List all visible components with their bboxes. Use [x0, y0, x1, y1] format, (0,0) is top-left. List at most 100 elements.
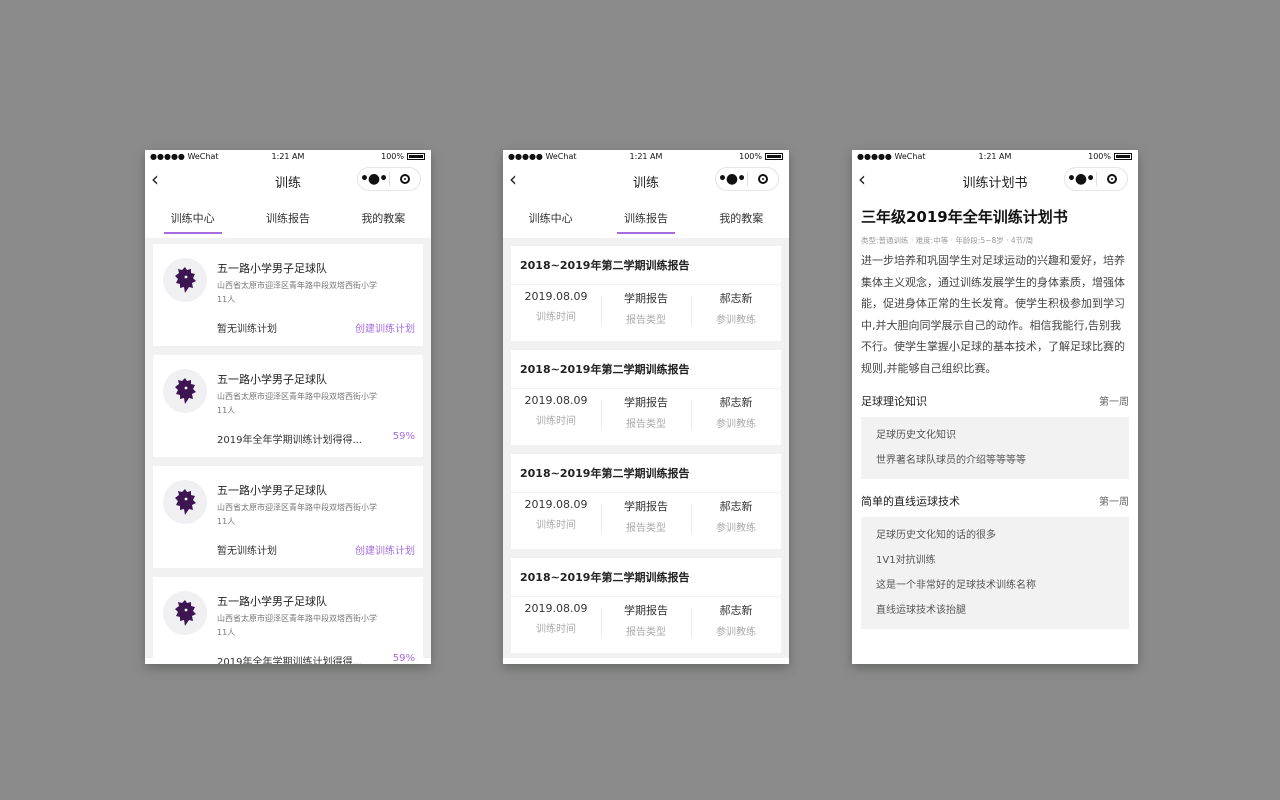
list-item[interactable]: 这是一个非常好的足球技术训练名称 — [876, 573, 1114, 598]
report-coach-label: 参训教练 — [716, 523, 756, 534]
capsule-close-button[interactable] — [1097, 174, 1127, 184]
capsule-close-button[interactable] — [390, 174, 420, 184]
team-address: 山西省太原市迎泽区青年路中段双塔西街小学 — [217, 281, 377, 290]
team-card[interactable]: 五一路小学男子足球队 山西省太原市迎泽区青年路中段双塔西街小学 11人 暂无训练… — [153, 244, 423, 346]
phone-training-center: ●●●●● WeChat 1:21 AM 100% ‹ 训练 •●• 训练中心 … — [145, 150, 431, 664]
team-list: 五一路小学男子足球队 山西省太原市迎泽区青年路中段双塔西街小学 11人 暂无训练… — [145, 238, 431, 664]
battery-icon — [765, 153, 783, 160]
list-item[interactable]: 足球历史文化知识 — [876, 423, 1114, 448]
mini-program-capsule: •●• — [357, 167, 421, 191]
team-size: 11人 — [217, 517, 236, 526]
report-coach-value: 郝志新 — [719, 396, 753, 409]
list-item[interactable]: 直线运球技术该抬腿 — [876, 598, 1114, 623]
list-item[interactable]: 足球历史文化知的话的很多 — [876, 523, 1114, 548]
report-coach-value: 郝志新 — [719, 500, 753, 513]
team-card[interactable]: 五一路小学男子足球队 山西省太原市迎泽区青年路中段双塔西街小学 11人 2019… — [153, 577, 423, 664]
report-coach-label: 参训教练 — [716, 419, 756, 430]
team-size: 11人 — [217, 295, 236, 304]
more-dots-icon[interactable]: •●• — [1065, 169, 1096, 189]
list-item[interactable]: 世界著名球队球员的介绍等等等等 — [876, 448, 1114, 473]
report-type-label: 报告类型 — [626, 627, 666, 638]
tab-my-lesson-plans[interactable]: 我的教案 — [336, 196, 431, 238]
report-date-label: 训练时间 — [536, 416, 576, 427]
report-date: 2019.08.09 训练时间 — [511, 394, 601, 430]
report-coach: 郝志新 参训教练 — [691, 602, 781, 638]
report-type-value: 学期报告 — [624, 500, 668, 513]
report-date-label: 训练时间 — [536, 624, 576, 635]
report-coach: 郝志新 参训教练 — [691, 290, 781, 326]
tab-my-lesson-plans[interactable]: 我的教案 — [694, 196, 789, 238]
report-card[interactable]: 2018~2019年第二学期训练报告 2019.08.09 训练时间 学期报告 报告… — [511, 246, 781, 341]
team-address: 山西省太原市迎泽区青年路中段双塔西街小学 — [217, 392, 377, 401]
report-type-value: 学期报告 — [624, 396, 668, 409]
team-name: 五一路小学男子足球队 — [217, 373, 327, 386]
report-coach: 郝志新 参训教练 — [691, 394, 781, 430]
create-plan-link[interactable]: 创建训练计划 — [355, 320, 415, 335]
report-card[interactable]: 2018~2019年第二学期训练报告 2019.08.09 训练时间 学期报告 报告… — [511, 558, 781, 653]
report-date-label: 训练时间 — [536, 312, 576, 323]
nav-bar: ‹ 训练 •●• — [503, 164, 789, 196]
team-card[interactable]: 五一路小学男子足球队 山西省太原市迎泽区青年路中段双塔西街小学 11人 暂无训练… — [153, 466, 423, 568]
section-items: 足球历史文化知识 世界著名球队球员的介绍等等等等 — [861, 417, 1129, 479]
lion-crest-logo — [163, 369, 207, 413]
status-bar: ●●●●● WeChat 1:21 AM 100% — [145, 150, 431, 164]
lion-crest-logo — [163, 591, 207, 635]
section-week: 第一周 — [1099, 497, 1129, 508]
plan-progress: 59% — [392, 431, 415, 442]
battery: 100% — [381, 152, 425, 161]
report-card[interactable]: 2018~2019年第二学期训练报告 2019.08.09 训练时间 学期报告 报告… — [511, 454, 781, 549]
report-details: 2019.08.09 训练时间 学期报告 报告类型 郝志新参训教练 — [511, 394, 781, 430]
report-coach-label: 参训教练 — [716, 627, 756, 638]
team-address: 山西省太原市迎泽区青年路中段双塔西街小学 — [217, 503, 377, 512]
report-details: 2019.08.09 训练时间 学期报告 报告类型 郝志新 参训教练 — [511, 498, 781, 534]
more-dots-icon[interactable]: •●• — [358, 169, 389, 189]
tab-bar: 训练中心 训练报告 我的教案 — [503, 196, 789, 238]
section-header: 足球理论知识 第一周 — [861, 393, 1129, 409]
report-date-value: 2019.08.09 — [524, 394, 588, 407]
report-coach-label: 参训教练 — [716, 315, 756, 326]
report-type-value: 学期报告 — [624, 292, 668, 305]
battery: 100% — [1088, 152, 1132, 161]
report-coach-value: 郝志新 — [719, 604, 753, 617]
plan-progress: 59% — [392, 653, 415, 664]
team-name: 五一路小学男子足球队 — [217, 595, 327, 608]
report-type: 学期报告 报告类型 — [601, 394, 691, 430]
team-size: 11人 — [217, 628, 236, 637]
report-date-value: 2019.08.09 — [524, 290, 588, 303]
plan-document: 三年级2019年全年训练计划书 类型:普通训练 · 难度:中等 · 年龄段:5~… — [852, 206, 1138, 629]
capsule-close-icon — [1106, 174, 1117, 184]
tab-training-report[interactable]: 训练报告 — [240, 196, 335, 238]
report-date: 2019.08.09 训练时间 — [511, 290, 601, 326]
team-card[interactable]: 五一路小学男子足球队 山西省太原市迎泽区青年路中段双塔西街小学 11人 2019… — [153, 355, 423, 457]
section-items: 足球历史文化知的话的很多 1V1对抗训练 这是一个非常好的足球技术训练名称 直线… — [861, 517, 1129, 629]
report-type: 学期报告 报告类型 — [601, 498, 691, 534]
report-date-value: 2019.08.09 — [524, 498, 588, 511]
report-date: 2019.08.09 训练时间 — [511, 602, 601, 638]
nav-bar: ‹ 训练计划书 •●• — [852, 164, 1138, 196]
list-item[interactable]: 1V1对抗训练 — [876, 548, 1114, 573]
lion-crest-logo — [163, 480, 207, 524]
team-address: 山西省太原市迎泽区青年路中段双塔西街小学 — [217, 614, 377, 623]
plan-status: 2019年全年学期训练计划得得... — [217, 657, 362, 664]
plan-heading: 三年级2019年全年训练计划书 — [861, 208, 1068, 226]
plan-status: 暂无训练计划 — [217, 324, 277, 335]
report-card[interactable]: 2018~2019年第二学期训练报告 2019.08.09 训练时间 学期报告 报告… — [511, 350, 781, 445]
divider — [511, 596, 781, 597]
team-name: 五一路小学男子足球队 — [217, 484, 327, 497]
battery-percent: 100% — [1088, 152, 1111, 161]
tab-training-center[interactable]: 训练中心 — [503, 196, 598, 238]
report-details: 2019.08.09 训练时间 学期报告 报告类型 郝志新 参训教练 — [511, 602, 781, 638]
tab-training-center[interactable]: 训练中心 — [145, 196, 240, 238]
team-name: 五一路小学男子足球队 — [217, 262, 327, 275]
battery-icon — [407, 153, 425, 160]
create-plan-link[interactable]: 创建训练计划 — [355, 542, 415, 557]
more-dots-icon[interactable]: •●• — [716, 169, 747, 189]
report-list: 2018~2019年第二学期训练报告 2019.08.09 训练时间 学期报告 报告… — [503, 238, 789, 658]
lion-crest-logo — [163, 258, 207, 302]
tab-training-report[interactable]: 训练报告 — [598, 196, 693, 238]
report-title: 2018~2019年第二学期训练报告 — [520, 259, 690, 272]
report-type: 学期报告 报告类型 — [601, 290, 691, 326]
capsule-close-button[interactable] — [748, 174, 778, 184]
plan-meta: 类型:普通训练 · 难度:中等 · 年龄段:5~8岁 · 4节/周 — [861, 236, 1034, 245]
report-title: 2018~2019年第二学期训练报告 — [520, 571, 690, 584]
